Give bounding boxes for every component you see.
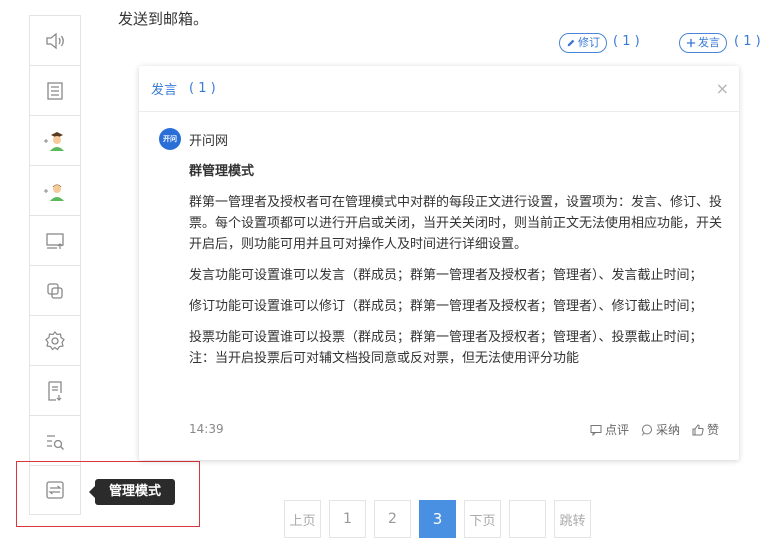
author-row: 开问 开问网 xyxy=(159,128,228,150)
page-button[interactable]: 1 xyxy=(329,500,366,538)
post-paragraph: 投票功能可设置谁可以投票（群成员；群第一管理者及授权者；管理者）、投票截止时间；… xyxy=(189,330,703,366)
toolbar-list-button[interactable] xyxy=(29,65,81,115)
search-list-icon xyxy=(47,434,64,450)
page-jump-input[interactable] xyxy=(509,500,546,538)
toolbar-add-user-button[interactable] xyxy=(29,165,81,215)
screen-share-icon xyxy=(46,232,64,249)
adopt-label: 采纳 xyxy=(655,423,680,437)
page-button[interactable]: 2 xyxy=(374,500,411,538)
adopt-button[interactable]: 采纳 xyxy=(641,421,680,438)
like-button[interactable]: 赞 xyxy=(692,421,719,438)
post-title: 群管理模式 xyxy=(189,164,255,179)
toolbar-speaker-button[interactable] xyxy=(29,15,81,65)
post-paragraph: 群第一管理者及授权者可在管理模式中对群的每段正文进行设置，设置项为：发言、修订、… xyxy=(189,195,723,252)
toolbar-search-list-button[interactable] xyxy=(29,415,81,465)
list-icon xyxy=(47,81,63,100)
jump-button[interactable]: 跳转 xyxy=(554,500,591,538)
chat-bubble-icon xyxy=(641,424,652,436)
post-paragraph: 发言功能可设置谁可以发言（群成员；群第一管理者及授权者；管理者）、发言截止时间； xyxy=(189,268,703,283)
toolbar-copy-button[interactable] xyxy=(29,265,81,315)
speak-panel: 发言 ( 1 ) × 开问 开问网 群管理模式 群第一管理者及授权者可在管理模式… xyxy=(139,66,739,460)
thumbs-up-icon xyxy=(692,423,704,435)
post-paragraph: 修订功能可设置谁可以修订（群成员；群第一管理者及授权者；管理者）、修订截止时间； xyxy=(189,299,703,314)
revise-count: ( 1 ) xyxy=(613,34,640,49)
pencil-icon xyxy=(567,39,575,47)
add-user-icon xyxy=(44,184,64,201)
close-icon[interactable]: × xyxy=(716,79,729,98)
pagination: 上页 1 2 3 下页 跳转 xyxy=(284,500,591,538)
toolbar-document-button[interactable] xyxy=(29,365,81,415)
toolbar-settings-button[interactable] xyxy=(29,315,81,365)
like-label: 赞 xyxy=(706,423,719,437)
add-admin-icon xyxy=(44,131,64,151)
comment-icon xyxy=(590,424,602,436)
comment-button[interactable]: 点评 xyxy=(590,421,629,438)
copy-icon xyxy=(47,282,63,299)
speak-count: ( 1 ) xyxy=(734,34,761,49)
current-page-button[interactable]: 3 xyxy=(419,500,456,538)
post-content: 群管理模式 群第一管理者及授权者可在管理模式中对群的每段正文进行设置，设置项为：… xyxy=(189,161,724,379)
document-text: 发送到邮箱。 xyxy=(118,10,209,28)
revise-button[interactable]: 修订 xyxy=(559,33,607,53)
toolbar-screen-button[interactable] xyxy=(29,215,81,265)
post-actions: 点评 采纳 赞 xyxy=(590,421,719,438)
speak-label: 发言 xyxy=(698,36,720,49)
post-time: 14:39 xyxy=(189,422,224,436)
panel-title: 发言 xyxy=(151,83,178,98)
comment-label: 点评 xyxy=(604,423,629,437)
revise-label: 修订 xyxy=(578,36,600,49)
author-name[interactable]: 开问网 xyxy=(189,130,228,149)
gear-icon xyxy=(45,330,65,350)
speaker-icon xyxy=(46,32,64,49)
next-page-button[interactable]: 下页 xyxy=(464,500,501,538)
document-download-icon xyxy=(48,380,62,401)
avatar: 开问 xyxy=(159,128,181,150)
panel-count: ( 1 ) xyxy=(189,81,216,96)
plus-icon xyxy=(686,38,696,48)
management-mode-tooltip: 管理模式 xyxy=(88,479,176,505)
speak-button[interactable]: 发言 xyxy=(679,33,727,53)
toolbar-add-admin-button[interactable] xyxy=(29,115,81,165)
prev-page-button[interactable]: 上页 xyxy=(284,500,321,538)
left-toolbar xyxy=(29,15,81,515)
panel-header: 发言 ( 1 ) xyxy=(139,66,739,112)
